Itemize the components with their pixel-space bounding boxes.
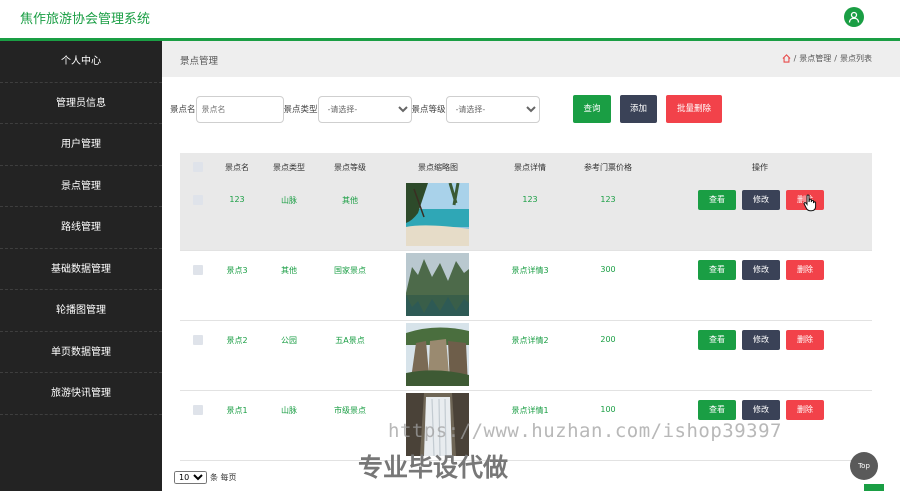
col-name: 景点名 [225,163,249,172]
col-detail: 景点详情 [514,163,546,172]
view-button[interactable]: 查看 [698,260,736,280]
table-row[interactable]: 123 山脉 其他 123 123 查看 修改 删除 [180,181,872,251]
sidebar-item-base-data[interactable]: 基础数据管理 [0,249,162,290]
watermark-slogan: 专业毕设代做 [358,453,509,482]
sidebar-item-news[interactable]: 旅游快讯管理 [0,373,162,415]
sidebar-item-attractions[interactable]: 景点管理 [0,166,162,207]
col-type: 景点类型 [273,163,305,172]
edit-button[interactable]: 修改 [742,190,780,210]
sidebar-item-profile[interactable]: 个人中心 [0,41,162,83]
delete-button[interactable]: 删除 [786,400,824,420]
sidebar-item-single-page[interactable]: 单页数据管理 [0,332,162,373]
cell-level: 五A景点 [335,336,365,345]
pagination: 10 条 每页 [174,471,237,484]
cell-level: 其他 [342,196,358,205]
row-checkbox[interactable] [193,335,203,345]
row-checkbox[interactable] [193,265,203,275]
row-checkbox[interactable] [193,195,203,205]
breadcrumb-item-attractions[interactable]: 景点管理 [799,53,831,64]
cell-price: 123 [600,195,616,204]
breadcrumb-separator: / [834,54,837,63]
page-size-label: 条 每页 [210,473,237,482]
cell-name: 123 [229,195,245,204]
name-search-input[interactable] [195,95,284,123]
cell-price: 300 [600,265,616,274]
view-button[interactable]: 查看 [698,330,736,350]
cell-detail: 123 [522,195,538,204]
row-checkbox[interactable] [193,405,203,415]
cell-level: 市级景点 [334,406,366,415]
type-label: 景点类型 [283,105,318,115]
user-avatar-icon[interactable] [844,7,864,27]
col-level: 景点等级 [334,163,366,172]
cell-name: 景点3 [226,266,248,275]
col-price: 参考门票价格 [584,163,632,172]
back-to-top-button[interactable]: Top [850,452,878,480]
type-select[interactable]: -请选择- [317,95,412,123]
page-title: 景点管理 [180,56,219,67]
thumbnail-cliff-image [406,323,469,386]
cell-type: 山脉 [281,406,297,415]
table-row[interactable]: 景点2 公园 五A景点 景点详情2 200 查看 修改 删除 [180,321,872,391]
col-thumbnail: 景点缩略图 [418,163,458,172]
cell-type: 其他 [281,266,297,275]
delete-button[interactable]: 删除 [786,330,824,350]
cell-type: 公园 [281,336,297,345]
query-button[interactable]: 查询 [573,95,611,123]
hand-cursor-icon [803,194,817,215]
name-label: 景点名 [170,105,196,115]
cell-name: 景点1 [226,406,248,415]
cell-detail: 景点详情2 [511,336,549,345]
cell-price: 200 [600,335,616,344]
sidebar-item-admins[interactable]: 管理员信息 [0,83,162,124]
thumbnail-karst-lake-image [406,253,469,316]
cell-detail: 景点详情1 [511,406,549,415]
breadcrumb-item-list: 景点列表 [840,54,872,63]
add-button[interactable]: 添加 [620,95,657,123]
level-select[interactable]: -请选择- [445,95,540,123]
cell-price: 100 [600,405,616,414]
watermark-url: https://www.huzhan.com/ishop39397 [388,420,782,442]
cell-detail: 景点详情3 [511,266,549,275]
top-bar: 焦作旅游协会管理系统 [0,0,900,38]
table-header: 景点名 景点类型 景点等级 景点缩略图 景点详情 参考门票价格 操作 [180,153,872,181]
sidebar-item-routes[interactable]: 路线管理 [0,207,162,249]
cell-type: 山脉 [281,196,297,205]
sidebar-item-users[interactable]: 用户管理 [0,124,162,166]
view-button[interactable]: 查看 [698,400,736,420]
cell-level: 国家景点 [334,266,366,275]
edit-button[interactable]: 修改 [742,400,780,420]
attractions-table: 景点名 景点类型 景点等级 景点缩略图 景点详情 参考门票价格 操作 123 山… [180,153,872,461]
corner-badge [864,484,884,491]
page-size-select[interactable]: 10 [174,471,207,484]
level-label: 景点等级 [411,105,446,115]
table-row[interactable]: 景点3 其他 国家景点 景点详情3 300 查看 修改 删除 [180,251,872,321]
breadcrumb-separator: / [793,54,797,63]
sidebar-item-carousel[interactable]: 轮播图管理 [0,290,162,332]
select-all-checkbox[interactable] [193,162,203,172]
cell-name: 景点2 [226,336,248,345]
col-actions: 操作 [752,163,768,172]
delete-button[interactable]: 删除 [786,260,824,280]
search-bar: 景点名 景点类型 -请选择- 景点等级 -请选择- [170,95,540,123]
view-button[interactable]: 查看 [698,190,736,210]
thumbnail-beach-image [406,183,469,246]
page-header: 景点管理 / 景点管理 / 景点列表 [162,41,900,77]
edit-button[interactable]: 修改 [742,260,780,280]
batch-delete-button[interactable]: 批量删除 [666,95,722,123]
app-title: 焦作旅游协会管理系统 [20,12,151,27]
edit-button[interactable]: 修改 [742,330,780,350]
sidebar: 个人中心 管理员信息 用户管理 景点管理 路线管理 基础数据管理 轮播图管理 单… [0,41,162,491]
home-icon[interactable] [782,54,791,63]
breadcrumb: / 景点管理 / 景点列表 [782,53,872,64]
